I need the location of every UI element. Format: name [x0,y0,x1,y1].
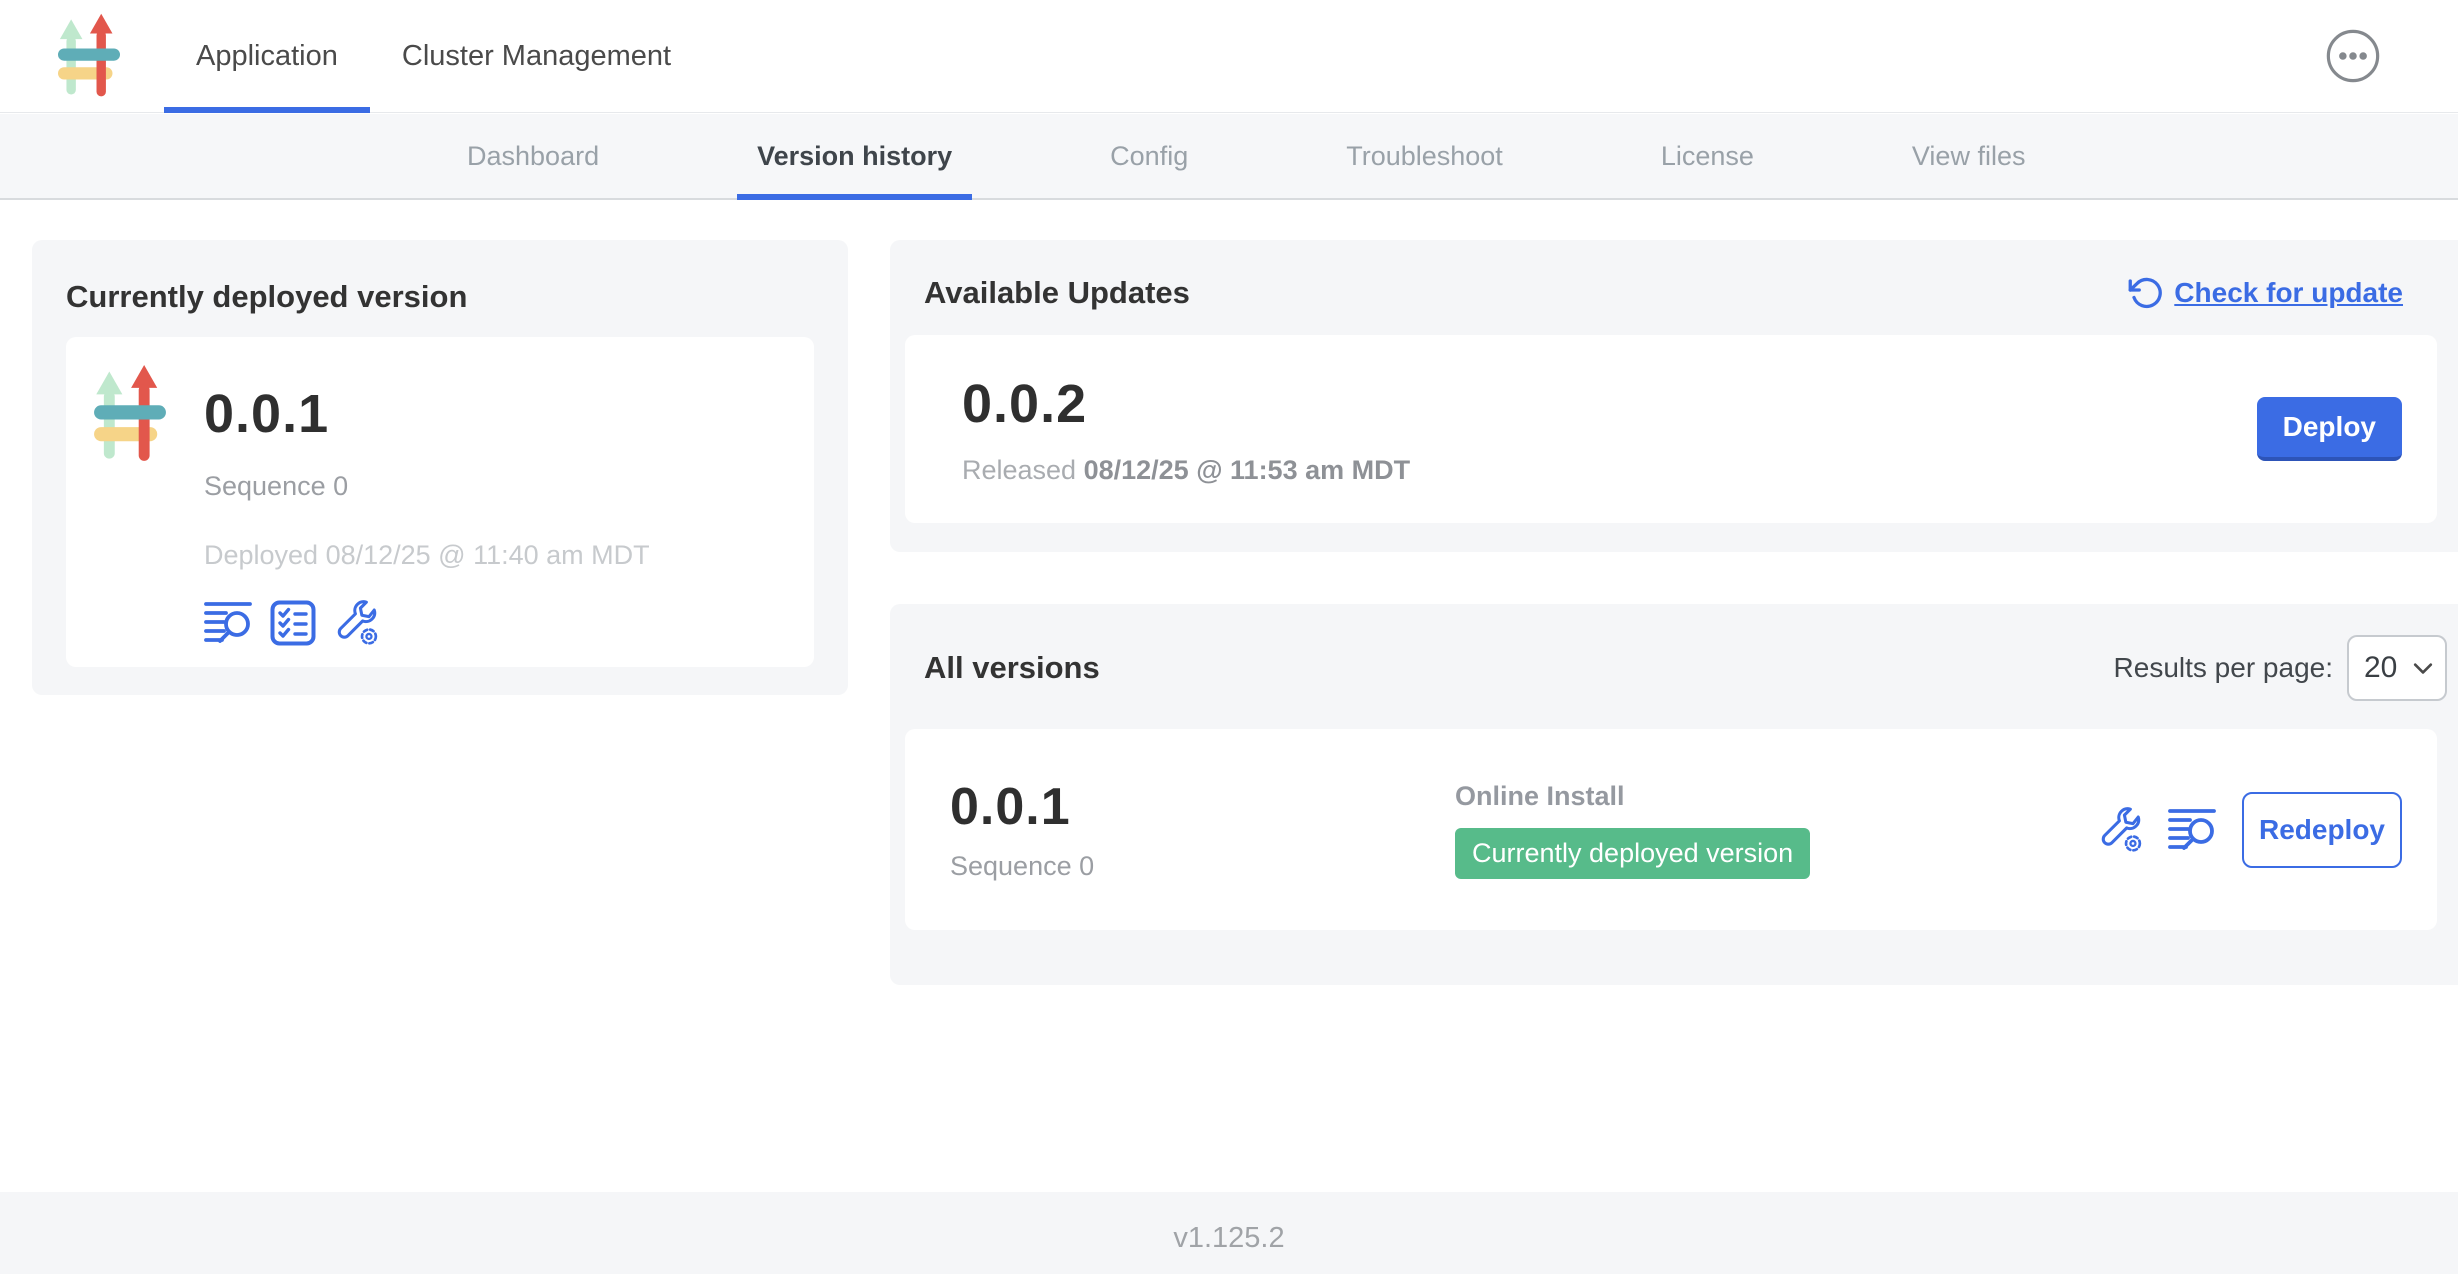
status-badge: Currently deployed version [1455,828,1810,879]
app-logo-icon [92,365,168,463]
subnav-label: View files [1912,141,2026,172]
currently-deployed-card: 0.0.1 Sequence 0 Deployed 08/12/25 @ 11:… [66,337,814,667]
deployed-version-number: 0.0.1 [204,383,650,445]
overflow-menu-button[interactable] [2324,27,2382,85]
app-header: Application Cluster Management [0,0,2458,113]
chevron-down-icon [2413,660,2433,676]
refresh-icon [2128,275,2164,311]
deploy-button[interactable]: Deploy [2257,397,2402,461]
tab-cluster-management-label: Cluster Management [402,40,671,73]
diff-logs-icon[interactable] [204,600,254,646]
subnav-tab-version-history[interactable]: Version history [737,114,972,198]
redeploy-button[interactable]: Redeploy [2242,792,2402,868]
app-subnav: Dashboard Version history Config Trouble… [0,114,2458,200]
update-version-number: 0.0.2 [962,373,1410,435]
diff-logs-icon[interactable] [2168,807,2218,853]
install-type: Online Install [1455,781,2096,812]
available-updates-title: Available Updates [924,275,1190,311]
update-card: 0.0.2 Released 08/12/25 @ 11:53 am MDT D… [905,335,2437,523]
console-version: v1.125.2 [1173,1222,1284,1274]
available-updates-panel: Available Updates Check for update 0.0.2… [890,240,2458,552]
subnav-tab-troubleshoot[interactable]: Troubleshoot [1326,114,1523,198]
released-date: 08/12/25 @ 11:53 am MDT [1084,455,1411,485]
tab-cluster-management[interactable]: Cluster Management [370,0,703,112]
available-updates-header: Available Updates Check for update [890,275,2458,311]
subnav-tab-config[interactable]: Config [1090,114,1208,198]
results-per-page-value: 20 [2364,651,2397,685]
row-version-number: 0.0.1 [950,777,1455,837]
app-footer: v1.125.2 [0,1192,2458,1274]
subnav-label: Version history [757,141,952,172]
all-versions-panel: All versions Results per page: 20 0.0.1 … [890,604,2458,985]
deployed-version-details: 0.0.1 Sequence 0 Deployed 08/12/25 @ 11:… [204,365,650,667]
row-sequence: Sequence 0 [950,851,1455,882]
app-logo-icon [58,13,120,99]
subnav-label: Troubleshoot [1346,141,1503,172]
update-details: 0.0.2 Released 08/12/25 @ 11:53 am MDT [962,373,1410,486]
ellipsis-menu-icon [2324,27,2382,85]
check-for-update-link[interactable]: Check for update [2128,275,2403,311]
config-icon[interactable] [2096,806,2144,854]
version-row-status: Online Install Currently deployed versio… [1455,781,2096,879]
subnav-label: Dashboard [467,141,599,172]
version-row: 0.0.1 Sequence 0 Online Install Currentl… [905,729,2437,930]
preflight-checks-icon[interactable] [270,600,316,646]
results-per-page-select[interactable]: 20 [2347,635,2447,701]
check-for-update-label: Check for update [2174,277,2403,309]
currently-deployed-title: Currently deployed version [66,279,814,315]
subnav-tab-dashboard[interactable]: Dashboard [447,114,619,198]
deployed-sequence: Sequence 0 [204,471,650,502]
subnav-tab-view-files[interactable]: View files [1892,114,2046,198]
deployed-version-actions [204,599,650,647]
tab-application-label: Application [196,40,338,73]
released-prefix: Released [962,455,1076,485]
config-icon[interactable] [332,599,380,647]
all-versions-header: All versions Results per page: 20 [890,635,2458,701]
results-per-page-label: Results per page: [2114,652,2333,684]
all-versions-title: All versions [924,650,1100,686]
subnav-tab-license[interactable]: License [1641,114,1774,198]
header-tabs: Application Cluster Management [164,0,703,112]
version-row-details: 0.0.1 Sequence 0 [950,777,1455,882]
update-released-timestamp: Released 08/12/25 @ 11:53 am MDT [962,455,1410,486]
currently-deployed-panel: Currently deployed version 0.0.1 Sequenc… [32,240,848,695]
subnav-label: Config [1110,141,1188,172]
version-row-actions: Redeploy [2096,792,2402,868]
subnav-label: License [1661,141,1754,172]
deployed-timestamp: Deployed 08/12/25 @ 11:40 am MDT [204,540,650,571]
admin-console: Application Cluster Management Dashboard… [0,0,2458,1274]
results-per-page: Results per page: 20 [2114,635,2447,701]
tab-application[interactable]: Application [164,0,370,112]
